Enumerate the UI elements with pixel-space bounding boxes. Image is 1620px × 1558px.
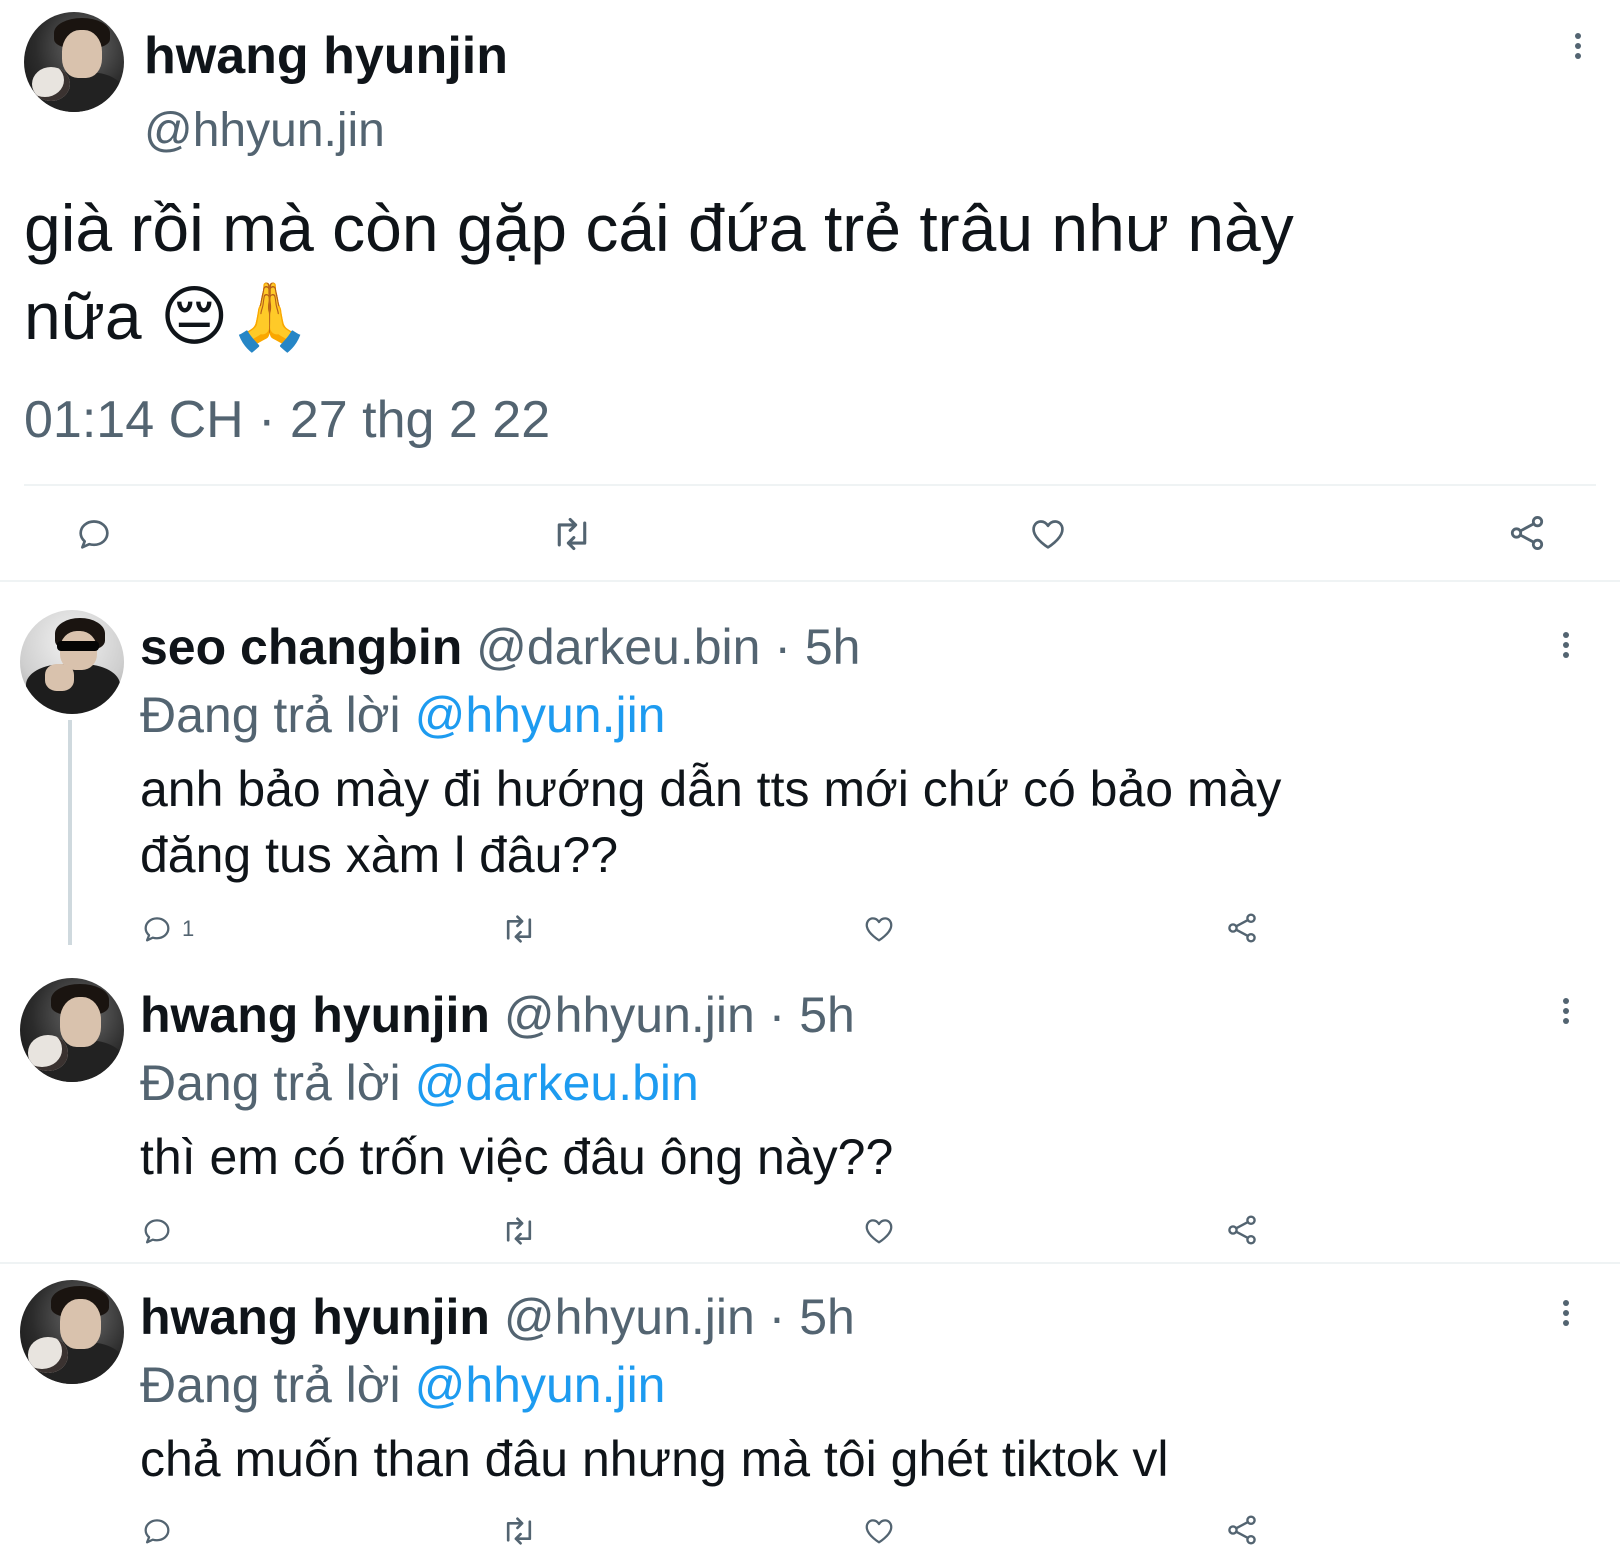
tweet-text-line1: anh bảo mày đi hướng dẫn tts mới chứ có … <box>140 761 1282 817</box>
tweet-text-line2: nữa 😔🙏 <box>24 279 311 353</box>
more-icon[interactable] <box>1568 33 1588 63</box>
replying-to-link[interactable]: @hhyun.jin <box>415 687 666 743</box>
display-name[interactable]: hwang hyunjin <box>140 1289 490 1345</box>
replying-to: Đang trả lời @hhyun.jin <box>140 686 665 744</box>
like-icon[interactable] <box>862 1214 896 1248</box>
retweet-icon[interactable] <box>500 912 538 946</box>
tweet-text-line1: thì em có trốn việc đâu ông này?? <box>140 1129 894 1185</box>
like-icon[interactable] <box>862 1514 896 1548</box>
avatar[interactable] <box>20 1280 124 1384</box>
display-name[interactable]: seo changbin <box>140 619 462 675</box>
share-icon[interactable] <box>1224 1212 1260 1248</box>
handle-and-time[interactable]: @hhyun.jin · 5h <box>504 987 855 1043</box>
reply-icon[interactable] <box>140 1214 174 1248</box>
section-divider <box>0 1262 1620 1264</box>
timestamp[interactable]: 01:14 CH · 27 thg 2 22 <box>24 390 550 450</box>
tweet-header: hwang hyunjin @hhyun.jin · 5h <box>140 1288 855 1346</box>
display-name[interactable]: hwang hyunjin <box>140 987 490 1043</box>
avatar[interactable] <box>24 12 124 112</box>
more-icon[interactable] <box>1556 1300 1576 1330</box>
section-divider <box>0 580 1620 582</box>
avatar[interactable] <box>20 610 124 714</box>
tweet-text-line2: đăng tus xàm l đâu?? <box>140 827 619 883</box>
handle[interactable]: @hhyun.jin <box>144 103 385 158</box>
handle-and-time[interactable]: @darkeu.bin · 5h <box>476 619 860 675</box>
replying-to-link[interactable]: @darkeu.bin <box>415 1055 699 1111</box>
more-icon[interactable] <box>1556 632 1576 662</box>
replying-to: Đang trả lời @hhyun.jin <box>140 1356 665 1414</box>
reply-icon[interactable] <box>140 912 174 946</box>
divider <box>24 484 1596 486</box>
replying-prefix: Đang trả lời <box>140 1055 401 1111</box>
retweet-icon[interactable] <box>550 514 594 554</box>
reply-count: 1 <box>182 916 195 941</box>
retweet-icon[interactable] <box>500 1514 538 1548</box>
handle-and-time[interactable]: @hhyun.jin · 5h <box>504 1289 855 1345</box>
like-icon[interactable] <box>1028 514 1068 554</box>
replying-prefix: Đang trả lời <box>140 1357 401 1413</box>
share-icon[interactable] <box>1224 910 1260 946</box>
tweet-header: seo changbin @darkeu.bin · 5h <box>140 618 860 676</box>
tweet-text-line1: chả muốn than đâu nhưng mà tôi ghét tikt… <box>140 1431 1169 1487</box>
share-icon[interactable] <box>1506 512 1548 554</box>
thread-line <box>68 720 72 945</box>
display-name[interactable]: hwang hyunjin <box>144 26 508 86</box>
replying-to-link[interactable]: @hhyun.jin <box>415 1357 666 1413</box>
reply-icon[interactable] <box>74 514 114 554</box>
tweet-text-line1: già rồi mà còn gặp cái đứa trẻ trâu như … <box>24 191 1294 265</box>
replying-prefix: Đang trả lời <box>140 687 401 743</box>
replying-to: Đang trả lời @darkeu.bin <box>140 1054 699 1112</box>
more-icon[interactable] <box>1556 998 1576 1028</box>
like-icon[interactable] <box>862 912 896 946</box>
avatar[interactable] <box>20 978 124 1082</box>
reply-icon[interactable] <box>140 1514 174 1548</box>
tweet-header: hwang hyunjin @hhyun.jin · 5h <box>140 986 855 1044</box>
retweet-icon[interactable] <box>500 1214 538 1248</box>
share-icon[interactable] <box>1224 1512 1260 1548</box>
